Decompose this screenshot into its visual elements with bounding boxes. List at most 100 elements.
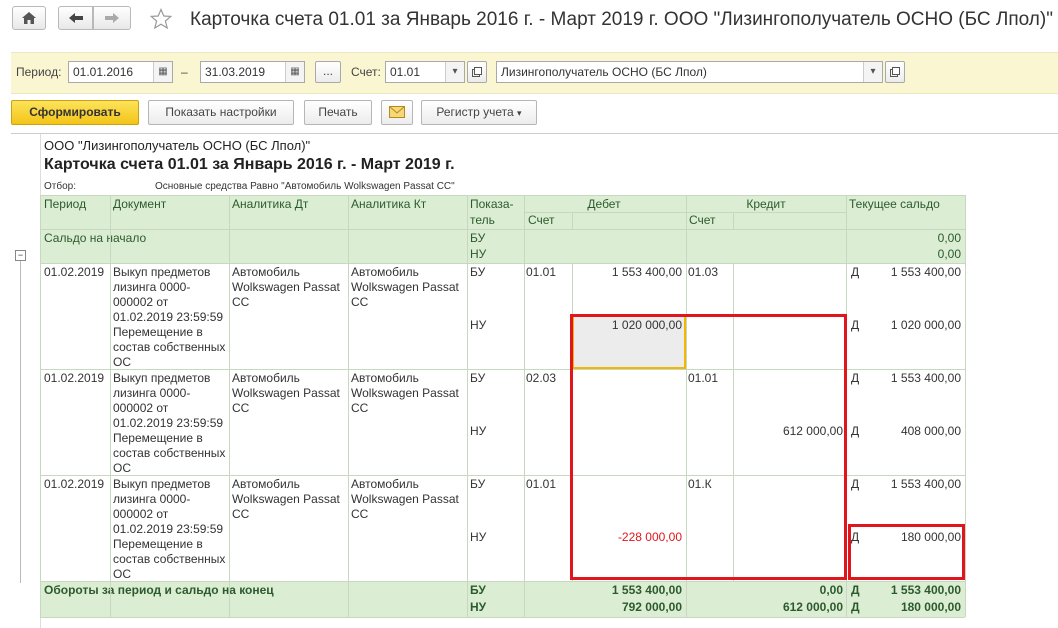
- cell-analytics-kt: Автомобиль Wolkswagen Passat CC: [351, 477, 459, 521]
- window-title: Карточка счета 01.01 за Январь 2016 г. -…: [190, 9, 1053, 30]
- chevron-down-icon: ▾: [517, 108, 522, 118]
- row-divider: [40, 581, 965, 582]
- cell-analytics-dt: Автомобиль Wolkswagen Passat CC: [232, 371, 340, 415]
- cell-nu: НУ: [470, 318, 487, 332]
- cell-nu: НУ: [470, 530, 487, 544]
- opening-row: [40, 229, 965, 263]
- cell-bal-bu-side: Д: [851, 265, 860, 279]
- row-divider: [40, 229, 965, 230]
- chevron-down-icon[interactable]: ▾: [863, 62, 882, 82]
- header-indicator: Показа-: [470, 197, 514, 211]
- cell-dt-account: 01.01: [526, 477, 557, 491]
- period-label: Период:: [16, 65, 62, 79]
- highlight-box-balance: [848, 524, 965, 580]
- header-credit-account: Счет: [689, 213, 716, 227]
- selected-cell-value: 1 020 000,00: [611, 318, 682, 332]
- home-button[interactable]: [12, 6, 46, 30]
- column-divider: [110, 195, 111, 617]
- column-divider: [229, 195, 230, 617]
- cell-period: 01.02.2019: [44, 371, 105, 385]
- cell-bal-bu: 1 553 400,00: [890, 371, 961, 385]
- opening-label: Сальдо на начало: [44, 231, 147, 245]
- cell-bu: БУ: [470, 477, 486, 491]
- show-settings-button[interactable]: Показать настройки: [148, 100, 294, 125]
- parameter-bar: Период: 01.01.2016 ▦ – 31.03.2019 ▦ ... …: [11, 52, 1058, 94]
- cell-dt-account: 02.03: [526, 371, 557, 385]
- print-button[interactable]: Печать: [304, 100, 372, 125]
- highlight-box-debit-credit: [570, 314, 847, 580]
- chevron-down-icon[interactable]: ▾: [445, 62, 464, 82]
- header-document: Документ: [113, 197, 167, 211]
- cell-bal-nu: 1 020 000,00: [890, 318, 961, 332]
- header-debit: Дебет: [587, 197, 621, 211]
- totals-debit-nu: 792 000,00: [621, 600, 682, 614]
- cell-document: Выкуп предметов лизинга 0000-000002 от 0…: [113, 477, 226, 581]
- account-field[interactable]: 01.01 ▾: [385, 61, 465, 83]
- favorite-star[interactable]: [149, 7, 173, 33]
- column-divider: [524, 195, 525, 617]
- period-select-button[interactable]: ...: [315, 61, 341, 83]
- cell-nu: НУ: [470, 424, 487, 438]
- cell-bal-nu-side: Д: [851, 424, 860, 438]
- opening-bu-value: 0,00: [937, 231, 961, 245]
- date-to-field[interactable]: 31.03.2019 ▦: [200, 61, 305, 83]
- filter-label: Отбор:: [44, 181, 76, 192]
- cell-analytics-dt: Автомобиль Wolkswagen Passat CC: [232, 477, 340, 521]
- totals-balance-bu: 1 553 400,00: [890, 583, 961, 597]
- cell-bal-bu-side: Д: [851, 477, 860, 491]
- calendar-icon[interactable]: ▦: [153, 62, 172, 82]
- filter-value: Основные средства Равно "Автомобиль Wolk…: [155, 181, 455, 192]
- home-icon: [22, 12, 36, 24]
- cell-bal-bu: 1 553 400,00: [890, 265, 961, 279]
- totals-balance-bu-side: Д: [851, 583, 860, 597]
- group-tree-line: [20, 261, 21, 583]
- date-from-field[interactable]: 01.01.2016 ▦: [68, 61, 173, 83]
- report-gutter: [11, 134, 41, 628]
- totals-balance-nu-side: Д: [851, 600, 860, 614]
- opening-nu: НУ: [470, 247, 487, 261]
- group-collapse-button[interactable]: −: [15, 250, 26, 261]
- open-icon: [472, 67, 482, 77]
- column-divider: [572, 212, 573, 229]
- report-title: Карточка счета 01.01 за Январь 2016 г. -…: [44, 156, 455, 173]
- cell-period: 01.02.2019: [44, 265, 105, 279]
- generate-button[interactable]: Сформировать: [11, 100, 139, 125]
- cell-bal-nu-side: Д: [851, 318, 860, 332]
- back-button[interactable]: [58, 6, 93, 30]
- arrow-left-icon: [68, 13, 83, 23]
- header-indicator-2: тель: [470, 213, 495, 227]
- row-divider: [40, 195, 965, 196]
- register-button[interactable]: Регистр учета ▾: [421, 100, 537, 125]
- column-divider: [733, 212, 734, 229]
- cell-analytics-dt: Автомобиль Wolkswagen Passat CC: [232, 265, 340, 309]
- totals-credit-bu: 0,00: [819, 583, 843, 597]
- totals-nu: НУ: [470, 600, 487, 614]
- open-organization-button[interactable]: [885, 61, 905, 83]
- cell-dt-bu: 1 553 400,00: [611, 265, 682, 279]
- totals-balance-nu: 180 000,00: [900, 600, 961, 614]
- forward-button[interactable]: [93, 6, 131, 30]
- column-divider: [467, 195, 468, 617]
- cell-bu: БУ: [470, 371, 486, 385]
- header-credit: Кредит: [746, 197, 786, 211]
- calendar-icon[interactable]: ▦: [285, 62, 304, 82]
- column-divider: [348, 195, 349, 617]
- organization-field[interactable]: Лизингополучатель ОСНО (БС Лпол) ▾: [496, 61, 883, 83]
- column-divider: [965, 195, 966, 617]
- totals-bu: БУ: [470, 583, 486, 597]
- cell-dt-account: 01.01: [526, 265, 557, 279]
- column-divider: [40, 195, 41, 617]
- totals-label: Обороты за период и сальдо на конец: [44, 583, 274, 597]
- row-divider: [40, 263, 965, 264]
- cell-document: Выкуп предметов лизинга 0000-000002 от 0…: [113, 371, 226, 475]
- open-account-button[interactable]: [467, 61, 487, 83]
- row-divider: [40, 617, 965, 618]
- email-button[interactable]: [381, 100, 413, 125]
- date-separator: –: [181, 65, 188, 79]
- totals-debit-bu: 1 553 400,00: [611, 583, 682, 597]
- cell-kt-account: 01.03: [688, 265, 719, 279]
- account-label: Счет:: [351, 65, 381, 79]
- cell-period: 01.02.2019: [44, 477, 105, 491]
- header-period: Период: [44, 197, 87, 211]
- totals-credit-nu: 612 000,00: [782, 600, 843, 614]
